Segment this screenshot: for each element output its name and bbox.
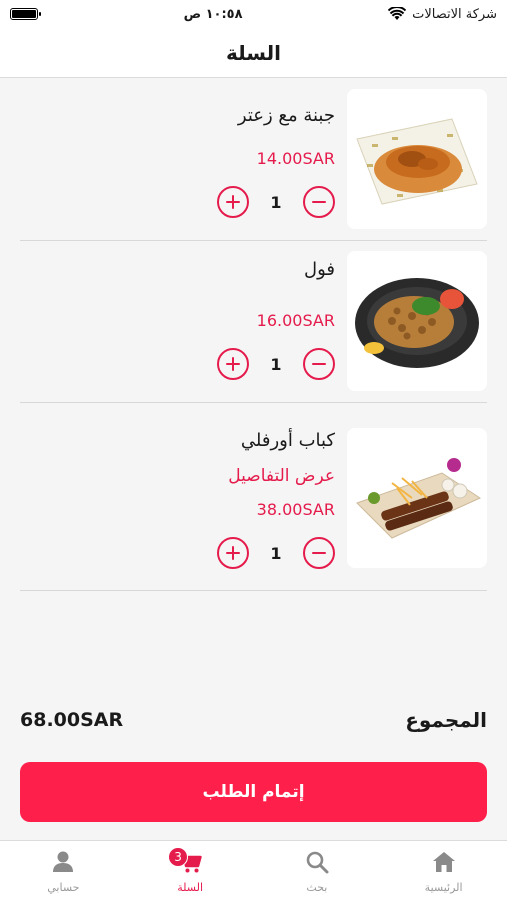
quantity-stepper: 1 <box>217 185 335 219</box>
nav-label: السلة <box>177 881 203 894</box>
status-time: ١٠:٥٨ ص <box>183 6 243 22</box>
cart-item: جبنة مع زعتر 14.00SAR 1 <box>20 79 487 241</box>
kebab-dish-icon <box>356 458 482 539</box>
status-right: شركة الاتصالات <box>388 7 497 22</box>
item-price: 38.00SAR <box>256 500 335 519</box>
item-price: 16.00SAR <box>256 311 335 330</box>
quantity-stepper: 1 <box>217 536 335 570</box>
item-name[interactable]: فول <box>304 259 335 280</box>
item-image[interactable] <box>347 428 487 568</box>
status-bar: ١٠:٥٨ ص شركة الاتصالات <box>0 0 507 28</box>
decrease-quantity-button[interactable] <box>303 537 335 569</box>
checkout-button[interactable]: إتمام الطلب <box>20 762 487 822</box>
item-price: 14.00SAR <box>256 149 335 168</box>
nav-label: بحث <box>306 881 328 894</box>
decrease-quantity-button[interactable] <box>303 186 335 218</box>
search-icon <box>306 851 329 874</box>
total-row: 68.00SAR المجموع <box>20 702 487 738</box>
quantity-stepper: 1 <box>217 347 335 381</box>
item-name[interactable]: جبنة مع زعتر <box>238 105 335 126</box>
quantity-value: 1 <box>270 543 282 563</box>
home-icon <box>432 852 455 872</box>
wifi-icon <box>388 7 407 20</box>
foul-dish-icon <box>355 278 479 368</box>
cart-badge: 3 <box>168 847 189 867</box>
nav-item-account[interactable]: حسابي <box>0 841 127 900</box>
cart-item: كباب أورفلي عرض التفاصيل 38.00SAR 1 <box>20 403 487 591</box>
increase-quantity-button[interactable] <box>217 348 249 380</box>
item-image[interactable] <box>347 89 487 229</box>
nav-label: الرئيسية <box>424 881 463 894</box>
nav-item-search[interactable]: بحث <box>254 841 381 900</box>
view-details-link[interactable]: عرض التفاصيل <box>228 466 335 486</box>
page-title: السلة <box>225 40 281 65</box>
checkout-label: إتمام الطلب <box>202 782 305 802</box>
cart-item: فول 16.00SAR 1 <box>20 241 487 403</box>
decrease-quantity-button[interactable] <box>303 348 335 380</box>
total-label: المجموع <box>405 708 487 732</box>
nav-item-cart[interactable]: 3 السلة <box>127 841 254 900</box>
bottom-nav: حسابي 3 السلة بحث الرئيسية <box>0 840 507 900</box>
battery-icon <box>10 8 41 20</box>
carrier-name: شركة الاتصالات <box>412 6 497 22</box>
total-value: 68.00SAR <box>20 709 124 731</box>
cheese-zaatar-dish-icon <box>356 118 478 205</box>
item-name[interactable]: كباب أورفلي <box>241 430 335 451</box>
quantity-value: 1 <box>270 192 282 212</box>
person-icon <box>53 851 74 872</box>
increase-quantity-button[interactable] <box>217 186 249 218</box>
nav-item-home[interactable]: الرئيسية <box>380 841 507 900</box>
increase-quantity-button[interactable] <box>217 537 249 569</box>
quantity-value: 1 <box>270 354 282 374</box>
item-image[interactable] <box>347 251 487 391</box>
nav-label: حسابي <box>47 881 80 894</box>
header: السلة <box>0 28 507 78</box>
